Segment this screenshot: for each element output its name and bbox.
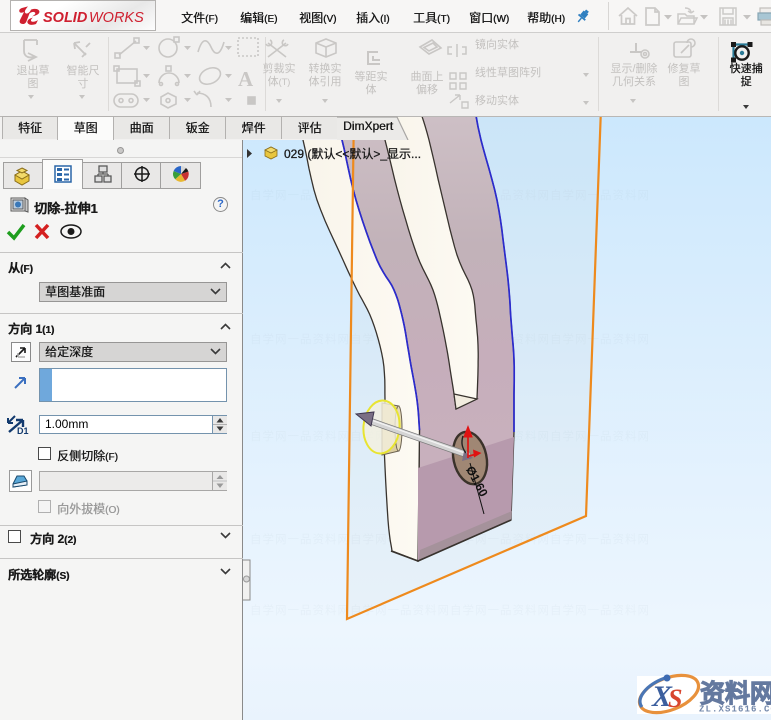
svg-text:自学网一品资料网自学网一品资料网自学网一品资料网自学网一品资: 自学网一品资料网自学网一品资料网自学网一品资料网自学网一品资料网 bbox=[250, 603, 650, 617]
svg-text:D1: D1 bbox=[17, 426, 29, 436]
svg-text:A: A bbox=[238, 67, 254, 91]
svg-text:WORKS: WORKS bbox=[89, 10, 144, 26]
svg-text:S: S bbox=[668, 684, 682, 713]
svg-text:SOLID: SOLID bbox=[43, 10, 88, 26]
svg-text:ZL.XS1616.COM: ZL.XS1616.COM bbox=[699, 705, 771, 715]
svg-text:029 (默认<<默认>_显示...: 029 (默认<<默认>_显示... bbox=[284, 146, 421, 161]
